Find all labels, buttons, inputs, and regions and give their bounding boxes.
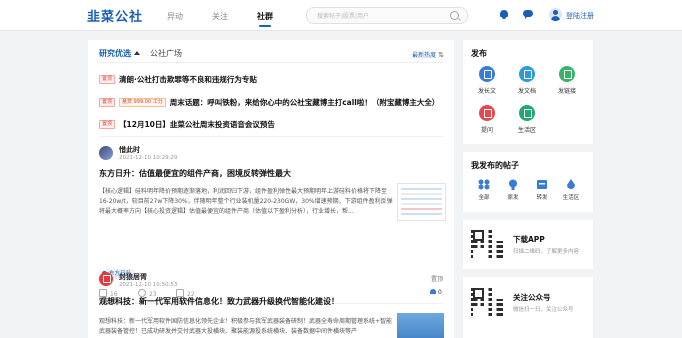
wechat-panel: 关注公众号 微信扫一扫，关注公众号 xyxy=(463,277,593,338)
author-name[interactable]: 惜此时 xyxy=(119,145,140,155)
publish-document-button[interactable]: 发文档 xyxy=(512,66,542,95)
search-icon[interactable] xyxy=(450,11,459,20)
app-qr-code xyxy=(471,228,503,260)
my-posts-forward[interactable]: 转发 xyxy=(531,179,553,201)
login-register-link[interactable]: 登陆注册 xyxy=(566,11,594,21)
document-icon xyxy=(519,66,535,82)
grid-icon xyxy=(478,179,490,190)
author-avatar[interactable] xyxy=(99,272,113,286)
tab-square[interactable]: 公社广场 xyxy=(150,48,182,59)
my-posts-panel: 我发布的帖子 全部 原发 转发 生活区 xyxy=(463,152,593,212)
wechat-qr-code xyxy=(471,286,503,318)
tab-divider xyxy=(99,62,443,63)
life-zone-button[interactable]: 生活区 xyxy=(512,105,542,134)
nav-shequn[interactable]: 社群 xyxy=(257,11,273,27)
pin-label: 置顶 xyxy=(431,276,444,283)
post-time: 2021-12-10 10:50:53 xyxy=(119,282,178,288)
drop-icon xyxy=(565,179,577,190)
feed-panel: 研究优选 公社广场 最新热度 ⇅ 置顶 清朗·公社打击欺罪等不良和违规行为专贴 置顶… xyxy=(88,40,454,338)
publish-panel: 发布 发长文 发文档 发链接 提问 生活区 xyxy=(463,40,593,144)
nav-guanzhu[interactable]: 关注 xyxy=(212,11,228,22)
pinned-title[interactable]: 周末话题：呼叫铁粉，来给你心中的公社宝藏博主打call啦！（附宝藏博主大全） xyxy=(170,98,440,107)
post-title[interactable]: 东方日升：估值最便宜的组件产商，困境反转弹性最大 xyxy=(99,168,291,179)
download-app-subtitle: 扫描二维码，了解更多内容 xyxy=(513,249,580,255)
post-excerpt[interactable]: 观想科技：新一代军用软件国防信息化领先企业！积极参与我军武器装备研制！武器全寿命… xyxy=(99,317,395,337)
wechat-subtitle: 微信扫一扫，关注公众号 xyxy=(513,307,574,313)
user-avatar-icon[interactable] xyxy=(549,8,562,21)
my-posts-life[interactable]: 生活区 xyxy=(560,179,582,201)
publish-title: 发布 xyxy=(471,49,487,58)
pinned-post-1[interactable]: 置顶 清朗·公社打击欺罪等不良和违规行为专贴 xyxy=(99,74,257,86)
reward-tag: 悬赏 999.00 工分 xyxy=(119,98,166,107)
my-posts-original[interactable]: 原发 xyxy=(502,179,524,201)
favorite-button[interactable]: 0 xyxy=(430,289,442,296)
sort-toggle[interactable]: 最新热度 ⇅ xyxy=(412,50,444,59)
top-bar: 韭菜公社 异动 关注 社群 搜索帖子|股票|用户 登陆注册 xyxy=(0,0,682,31)
site-logo[interactable]: 韭菜公社 xyxy=(87,6,143,25)
chat-icon[interactable] xyxy=(523,9,533,19)
post-thumbnail[interactable] xyxy=(397,183,446,221)
post-time: 2021-12-10 10:29:29 xyxy=(119,155,178,161)
author-name[interactable]: 封狼居胥 xyxy=(119,272,147,282)
wechat-title[interactable]: 关注公众号 xyxy=(513,292,551,303)
author-avatar[interactable] xyxy=(99,146,113,160)
bulb-icon xyxy=(507,179,519,190)
publish-link-button[interactable]: 发链接 xyxy=(552,66,582,95)
download-app-panel: 下载APP 扫描二维码，了解更多内容 xyxy=(463,220,593,269)
forward-icon xyxy=(536,179,548,190)
question-icon xyxy=(479,105,495,121)
tab-research[interactable]: 研究优选 xyxy=(99,48,140,59)
caret-up-icon xyxy=(134,51,140,55)
search-input[interactable]: 搜索帖子|股票|用户 xyxy=(306,7,468,24)
download-app-title[interactable]: 下载APP xyxy=(513,234,545,245)
nav-yidong[interactable]: 异动 xyxy=(167,11,183,22)
divider xyxy=(99,136,443,137)
post-title[interactable]: 观想科技：新一代军用软件信息化！致力武器升级换代智能化建设！ xyxy=(99,296,339,307)
my-posts-title: 我发布的帖子 xyxy=(471,161,519,170)
pin-tag: 置顶 xyxy=(99,98,116,107)
pin-tag: 置顶 xyxy=(99,120,116,129)
pinned-title[interactable]: 清朗·公社打击欺罪等不良和违规行为专贴 xyxy=(119,75,257,84)
favorite-icon xyxy=(430,289,436,294)
search-placeholder: 搜索帖子|股票|用户 xyxy=(317,13,370,20)
my-posts-all[interactable]: 全部 xyxy=(473,179,495,201)
post-excerpt[interactable]: 【核心逻辑】硅料明年降价预期逐渐落地，利润回归下游，组件盈利弹性最大预期明年上游… xyxy=(99,187,395,217)
ask-question-button[interactable]: 提问 xyxy=(472,105,502,134)
publish-article-button[interactable]: 发长文 xyxy=(472,66,502,95)
link-icon xyxy=(559,66,575,82)
pinned-title[interactable]: 【12月10日】韭菜公社周末投资语音会议预告 xyxy=(119,120,275,129)
bell-icon[interactable] xyxy=(499,9,509,19)
life-icon xyxy=(519,105,535,121)
sort-icon: ⇅ xyxy=(438,51,444,59)
pin-tag: 置顶 xyxy=(99,75,116,84)
pinned-post-2[interactable]: 置顶 悬赏 999.00 工分 周末话题：呼叫铁粉，来给你心中的公社宝藏博主打cal… xyxy=(99,97,439,109)
edit-icon xyxy=(479,66,495,82)
pinned-post-3[interactable]: 置顶 【12月10日】韭菜公社周末投资语音会议预告 xyxy=(99,119,275,131)
post-thumbnail[interactable] xyxy=(397,313,444,338)
